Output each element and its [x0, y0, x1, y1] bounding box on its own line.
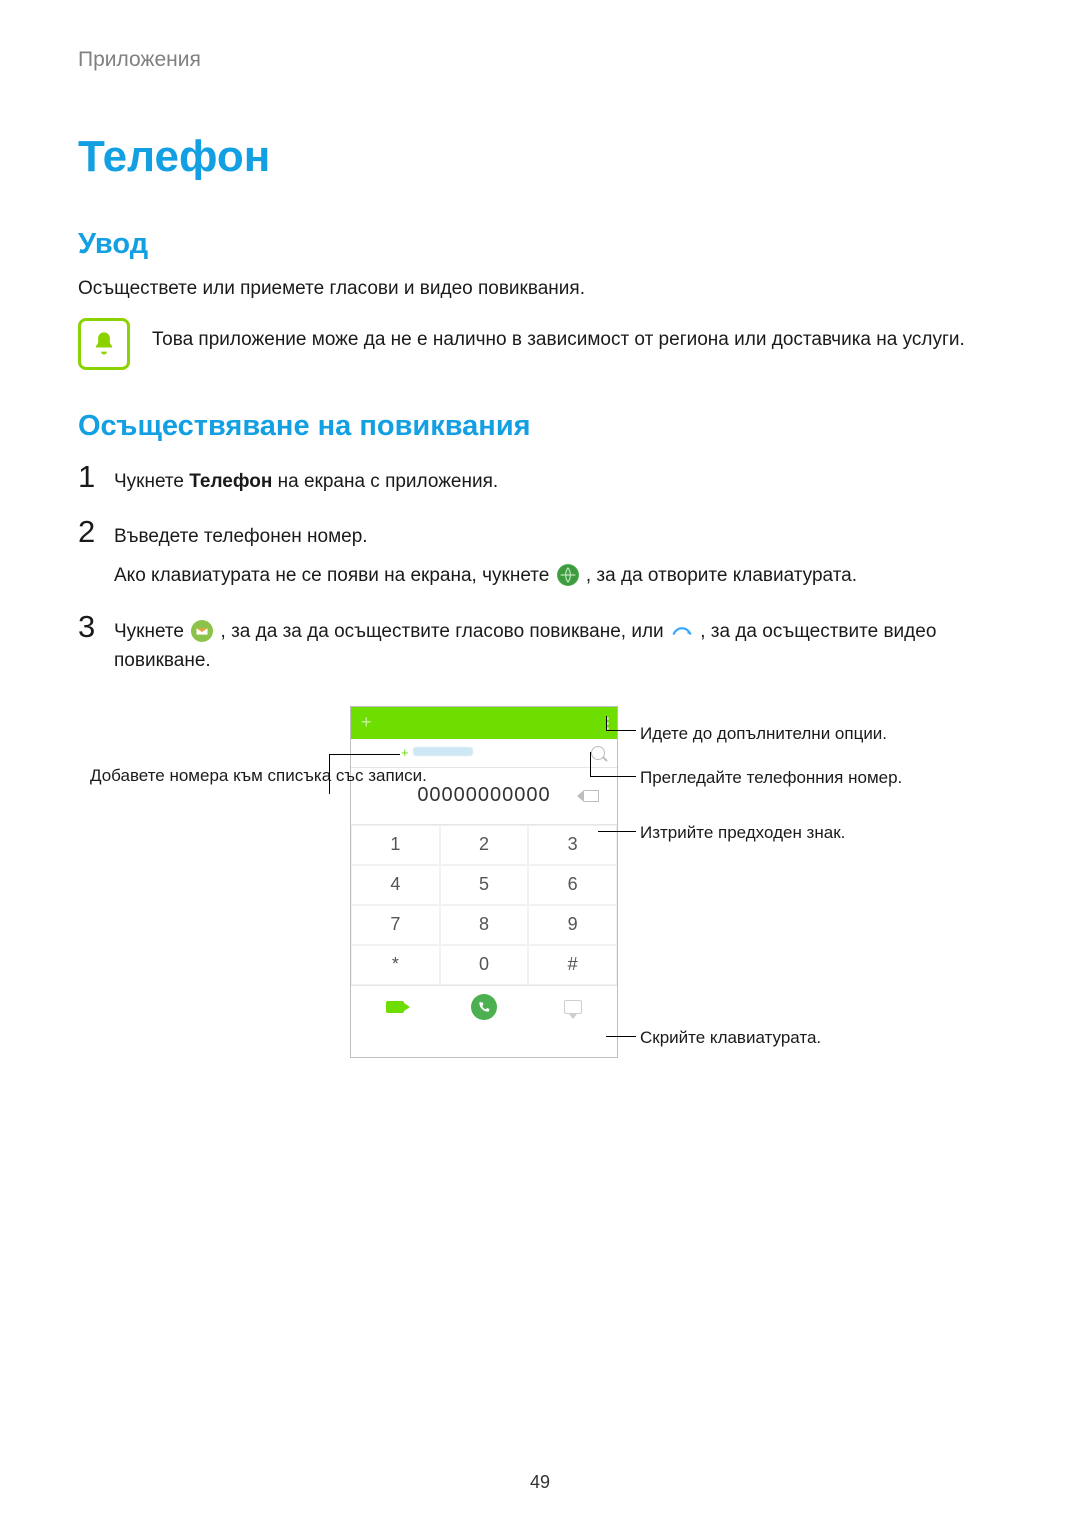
step-text: Ако клавиатурата не се появи на екрана, …: [114, 565, 555, 586]
step-body: Чукнете , за да за да осъществите гласов…: [114, 611, 1002, 676]
callout-hide-keypad: Скрийте клавиатурата.: [640, 1028, 821, 1048]
phone-handset-icon: [471, 994, 497, 1020]
callout-line: [598, 831, 636, 832]
intro-paragraph: Осъществете или приемете гласови и видео…: [78, 275, 1002, 304]
section-heading-calls: Осъществяване на повиквания: [78, 410, 1002, 443]
voice-call-icon: [191, 620, 213, 642]
step-number: 1: [78, 461, 96, 492]
note-text: Това приложение може да не е налично в з…: [152, 318, 965, 355]
step-text: Въведете телефонен номер.: [114, 522, 857, 551]
step-1: 1 Чукнете Телефон на екрана с приложения…: [78, 461, 1002, 496]
step-text: , за да за да осъществите гласово повикв…: [221, 621, 669, 642]
step-2: 2 Въведете телефонен номер. Ако клавиату…: [78, 516, 1002, 591]
add-to-contacts-icon: +: [401, 745, 409, 760]
callout-line: [330, 754, 400, 755]
page-title: Телефон: [78, 132, 1002, 182]
step-text-bold: Телефон: [189, 471, 272, 492]
callout-line: [329, 754, 330, 794]
page-number: 49: [0, 1472, 1080, 1493]
callout-backspace: Изтрийте предходен знак.: [640, 823, 845, 843]
step-text-line: Ако клавиатурата не се появи на екрана, …: [114, 561, 857, 590]
key-star: *: [351, 945, 440, 985]
lookup-number-icon: [591, 746, 605, 760]
contact-name-placeholder: [413, 747, 473, 756]
video-call-icon: [671, 620, 693, 642]
breadcrumb: Приложения: [78, 48, 1002, 72]
callout-line: [606, 730, 636, 731]
key-5: 5: [440, 865, 529, 905]
action-row: [351, 985, 617, 1028]
bell-svg: [90, 330, 118, 358]
key-6: 6: [528, 865, 617, 905]
bell-icon: [78, 318, 130, 370]
steps-list: 1 Чукнете Телефон на екрана с приложения…: [78, 461, 1002, 676]
step-3: 3 Чукнете , за да за да осъществите глас…: [78, 611, 1002, 676]
step-text: на екрана с приложения.: [272, 471, 498, 492]
step-text: Чукнете: [114, 471, 189, 492]
voice-call-button: [440, 986, 529, 1028]
keypad: 1 2 3 4 5 6 7 8 9 * 0 #: [351, 824, 617, 985]
key-9: 9: [528, 905, 617, 945]
dialer-figure: + + 00000000000 1 2 3 4 5 6 7 8: [90, 706, 990, 1076]
key-1: 1: [351, 825, 440, 865]
step-text: Чукнете: [114, 621, 189, 642]
key-2: 2: [440, 825, 529, 865]
callout-line: [590, 752, 591, 777]
phone-header: +: [351, 707, 617, 739]
video-call-button: [351, 986, 440, 1028]
step-body: Въведете телефонен номер. Ако клавиатура…: [114, 516, 857, 591]
hide-keypad-button: [528, 986, 617, 1028]
section-heading-intro: Увод: [78, 228, 1002, 261]
key-8: 8: [440, 905, 529, 945]
key-7: 7: [351, 905, 440, 945]
step-number: 2: [78, 516, 96, 547]
callout-line: [606, 1036, 636, 1037]
callout-lookup-number: Прегледайте телефонния номер.: [640, 768, 902, 788]
phone-mock: + + 00000000000 1 2 3 4 5 6 7 8: [350, 706, 618, 1058]
add-contact-icon: +: [361, 712, 372, 733]
callout-add-to-contacts: Добавете номера към списъка със записи.: [90, 766, 330, 786]
callout-line: [590, 776, 636, 777]
key-hash: #: [528, 945, 617, 985]
step-body: Чукнете Телефон на екрана с приложения.: [114, 461, 498, 496]
video-camera-icon: [386, 1001, 404, 1013]
step-number: 3: [78, 611, 96, 642]
callout-line: [606, 716, 607, 731]
callout-more-options: Идете до допълнителни опции.: [640, 724, 887, 744]
backspace-icon: [584, 790, 599, 802]
note-block: Това приложение може да не е налично в з…: [78, 318, 1002, 370]
key-0: 0: [440, 945, 529, 985]
entered-number: 00000000000: [417, 784, 550, 807]
dialpad-open-icon: [557, 564, 579, 586]
hide-keypad-icon: [564, 1000, 582, 1014]
step-text: , за да отворите клавиатурата.: [586, 565, 857, 586]
key-4: 4: [351, 865, 440, 905]
